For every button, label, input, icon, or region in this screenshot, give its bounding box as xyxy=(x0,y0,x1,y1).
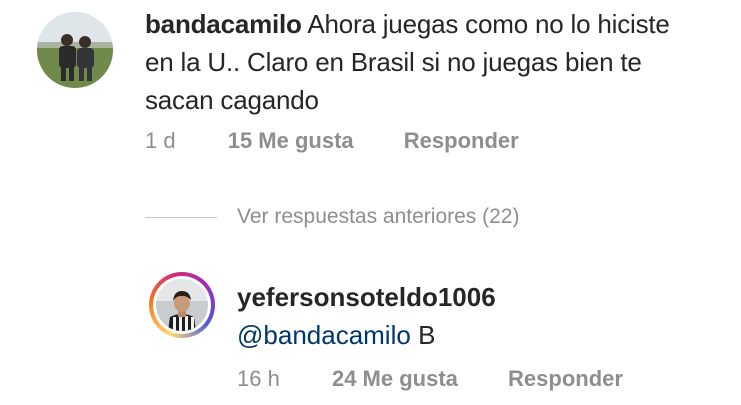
comment-meta: 1 d 15 Me gusta Responder xyxy=(145,128,519,154)
likes-count[interactable]: 15 Me gusta xyxy=(228,128,354,154)
mention-link[interactable]: @bandacamilo xyxy=(237,320,411,350)
view-replies-label: Ver respuestas anteriores (22) xyxy=(237,205,520,228)
comment-text: bandacamilo Ahora juegas como no lo hici… xyxy=(145,5,705,119)
comment-time: 1 d xyxy=(145,128,176,153)
reply-text: yefersonsoteldo1006 @bandacamilo B xyxy=(237,278,717,354)
comment: bandacamilo Ahora juegas como no lo hici… xyxy=(0,0,741,170)
avatar-photo xyxy=(156,279,208,331)
reply-comment: yefersonsoteldo1006 @bandacamilo B 16 h … xyxy=(0,262,741,405)
reply-body: B xyxy=(418,320,436,350)
reply-username[interactable]: yefersonsoteldo1006 xyxy=(237,278,717,316)
reply-button[interactable]: Responder xyxy=(404,128,519,154)
comment-username[interactable]: bandacamilo xyxy=(145,9,302,39)
reply-time: 16 h xyxy=(237,366,280,391)
likes-count[interactable]: 24 Me gusta xyxy=(332,366,458,392)
avatar-story-ring[interactable] xyxy=(149,272,215,338)
avatar[interactable] xyxy=(37,12,113,88)
reply-button[interactable]: Responder xyxy=(508,366,623,392)
avatar-photo xyxy=(37,12,113,88)
reply-meta: 16 h 24 Me gusta Responder xyxy=(237,366,623,392)
avatar xyxy=(156,279,208,331)
view-previous-replies-button[interactable]: Ver respuestas anteriores (22) xyxy=(145,200,519,234)
divider-line xyxy=(145,216,217,218)
